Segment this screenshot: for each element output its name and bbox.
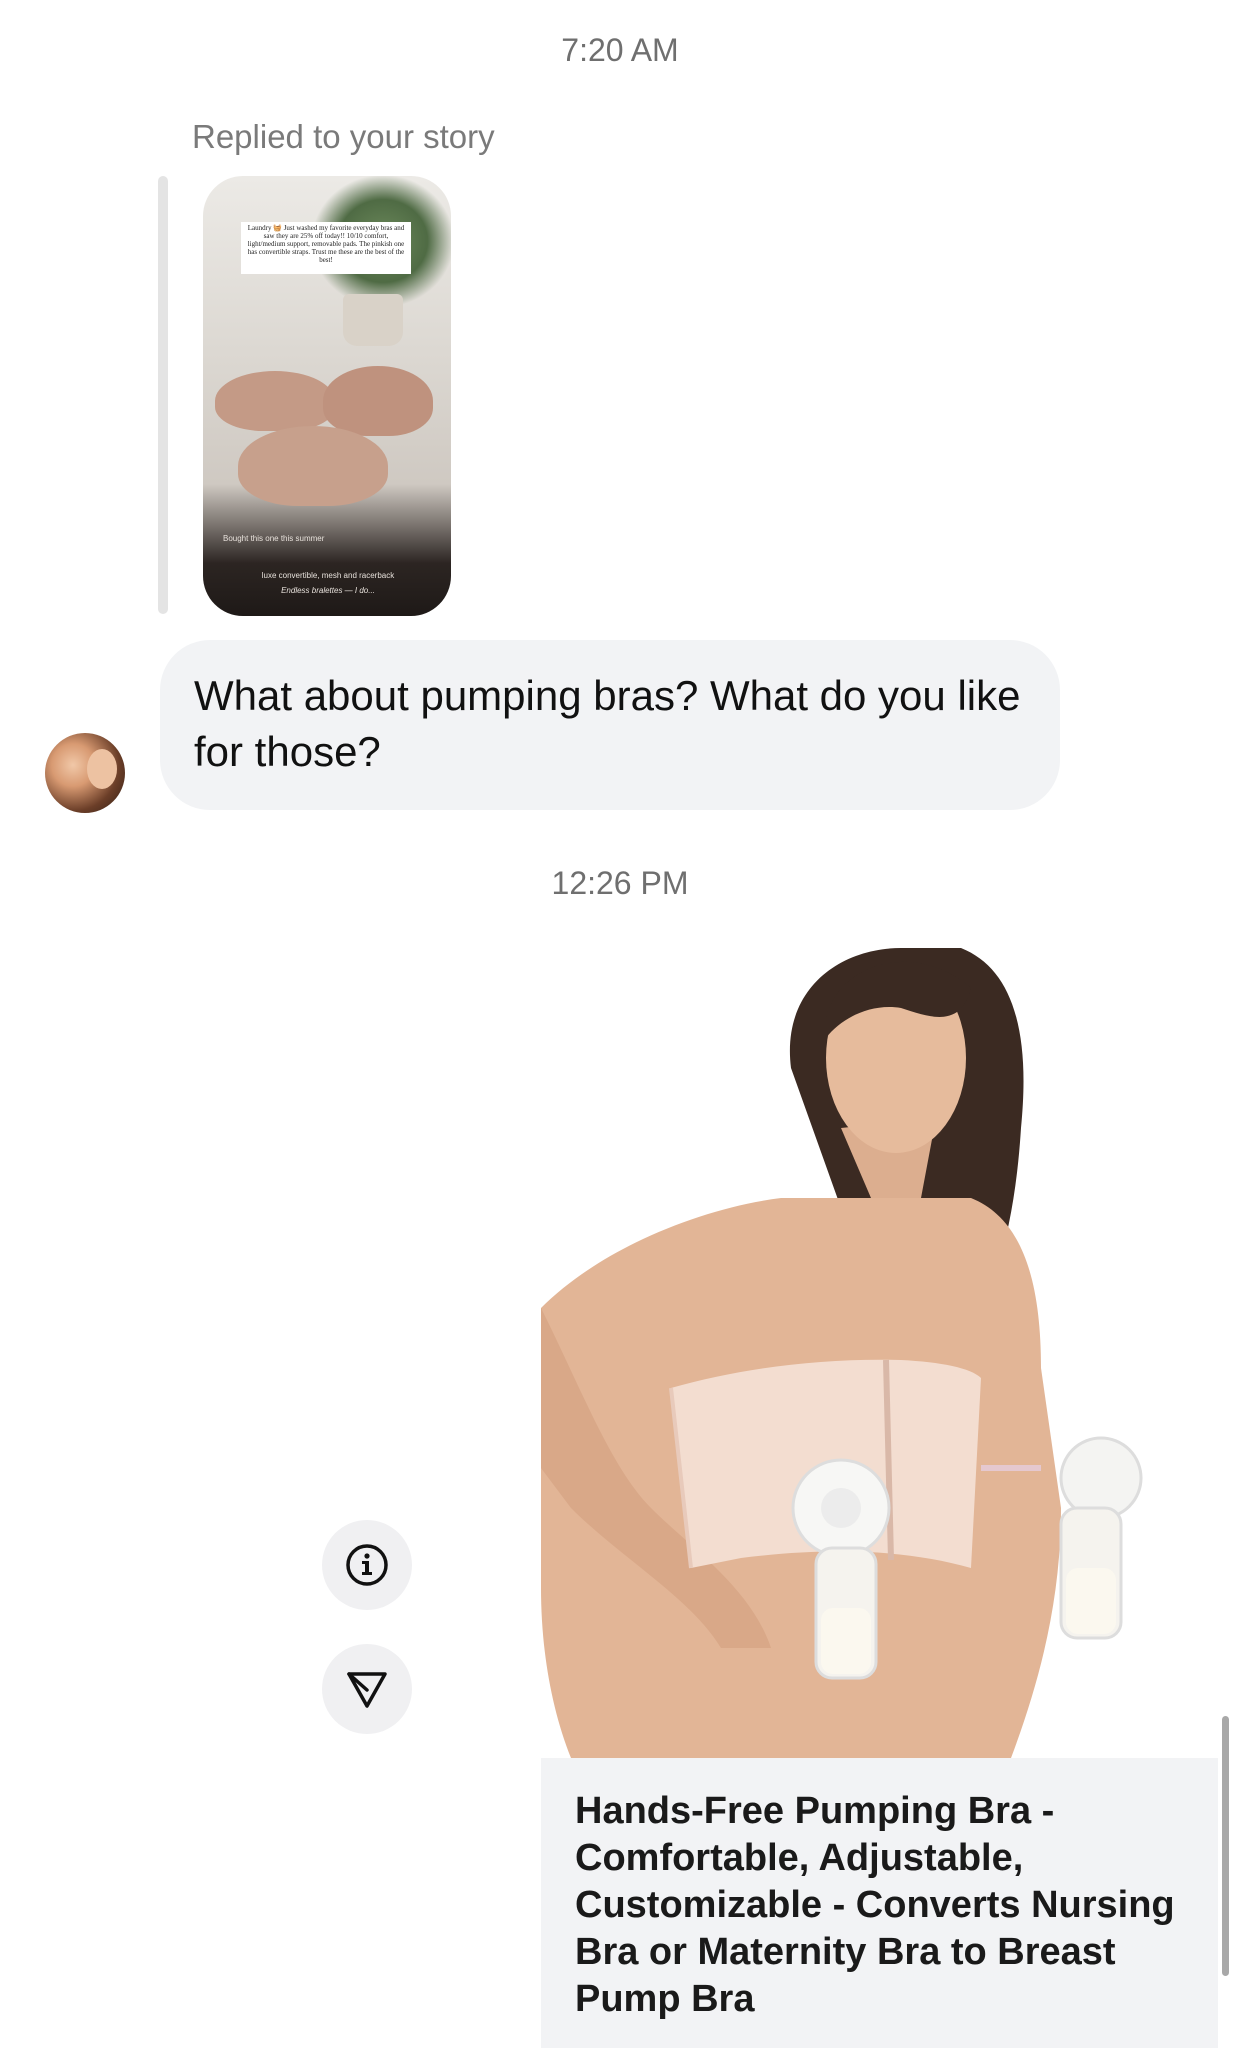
story-note: Laundry 🧺 Just washed my favorite everyd… — [241, 222, 411, 274]
story-bra-3 — [238, 426, 388, 506]
story-caption-2: luxe convertible, mesh and racerback — [261, 571, 395, 580]
story-bra-2 — [323, 366, 433, 436]
story-caption-1: Bought this one this summer — [223, 534, 325, 543]
story-caption-3: Endless bralettes — I do... — [281, 586, 375, 595]
story-bra-1 — [215, 371, 335, 431]
plant-pot — [343, 294, 403, 346]
share-button[interactable] — [322, 1644, 412, 1734]
product-title-box[interactable]: Hands-Free Pumping Bra - Comfortable, Ad… — [541, 1758, 1218, 2048]
avatar-face — [87, 749, 117, 789]
product-share-card[interactable]: Hands-Free Pumping Bra - Comfortable, Ad… — [541, 948, 1218, 2048]
story-thumbnail[interactable]: Laundry 🧺 Just washed my favorite everyd… — [203, 176, 451, 616]
info-button[interactable] — [322, 1520, 412, 1610]
sender-avatar[interactable] — [45, 733, 125, 813]
product-image[interactable] — [541, 948, 1218, 1758]
product-photo — [541, 948, 1143, 1758]
incoming-message-bubble[interactable]: What about pumping bras? What do you lik… — [160, 640, 1060, 810]
timestamp-afternoon: 12:26 PM — [551, 865, 689, 901]
scrollbar[interactable] — [1222, 1716, 1229, 1976]
product-title: Hands-Free Pumping Bra - Comfortable, Ad… — [575, 1790, 1175, 2020]
paper-plane-icon — [347, 1672, 387, 1708]
timestamp-morning: 7:20 AM — [561, 32, 679, 68]
replied-to-story-label: Replied to your story — [192, 118, 495, 155]
info-icon — [346, 1544, 388, 1586]
reply-indicator-bar — [158, 176, 168, 614]
